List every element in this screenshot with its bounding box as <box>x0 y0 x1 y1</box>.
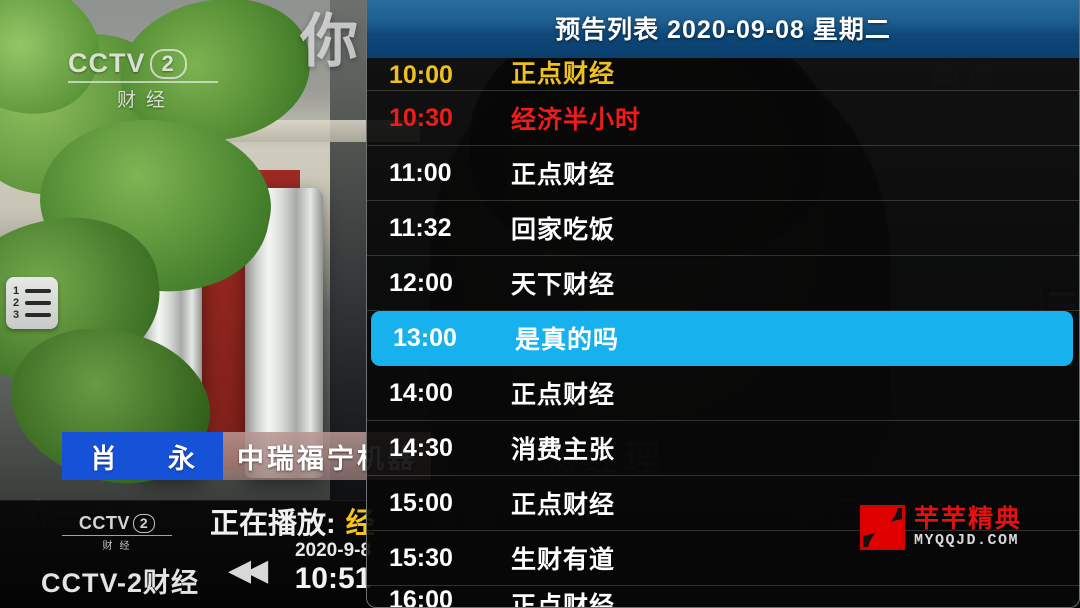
rewind-icon[interactable]: ◀◀ <box>228 556 268 586</box>
epg-row-time: 10:30 <box>389 103 453 132</box>
epg-row-name: 回家吃饭 <box>511 216 616 244</box>
lower-third-name: 肖 永 <box>62 432 223 480</box>
list-icon-number: 3 <box>13 309 20 321</box>
epg-row[interactable]: 10:00 正点财经 <box>367 58 1079 91</box>
epg-row[interactable]: 10:30 经济半小时 <box>367 91 1079 146</box>
now-playing: 正在播放: 经 <box>210 500 375 542</box>
channel-watermark-sub: 财经 <box>68 81 218 112</box>
epg-row-time: 15:30 <box>389 543 453 572</box>
epg-row-name: 正点财经 <box>511 491 616 519</box>
list-icon-bar <box>25 313 51 317</box>
epg-row-time: 11:32 <box>389 213 452 242</box>
list-icon-number: 2 <box>13 297 20 309</box>
epg-row-selected[interactable]: 13:00 是真的吗 <box>371 311 1073 366</box>
epg-row-name: 正点财经 <box>511 592 616 608</box>
epg-row[interactable]: 11:32 回家吃饭 <box>367 201 1079 256</box>
list-icon-bar <box>25 301 51 305</box>
epg-row-time: 11:00 <box>389 158 452 187</box>
epg-row-name: 天下财经 <box>511 271 616 299</box>
epg-row-name: 正点财经 <box>511 60 616 88</box>
channel-name-label: CCTV-2财经 <box>40 568 200 598</box>
epg-row[interactable]: 14:00 正点财经 <box>367 366 1079 421</box>
channel-logo-sub: 财经 <box>62 535 172 552</box>
list-icon-number: 1 <box>13 285 20 297</box>
channel-watermark-number: 2 <box>149 48 187 79</box>
numbered-list-icon[interactable]: 1 2 3 <box>6 277 58 329</box>
epg-row[interactable]: 16:00 正点财经 <box>367 586 1079 608</box>
channel-logo-number: 2 <box>132 514 156 533</box>
now-playing-label: 正在播放: <box>210 508 336 540</box>
video-top-overlay-text: 你 <box>300 9 363 74</box>
epg-row-time: 14:00 <box>389 378 453 407</box>
epg-panel[interactable]: 预告列表 2020-09-08 星期二 10:00 正点财经 10:30 经济半小时 1… <box>366 0 1080 608</box>
channel-logo-brand: CCTV <box>78 513 130 533</box>
epg-row-time: 16:00 <box>389 586 453 608</box>
channel-watermark: CCTV 2 财经 <box>68 48 218 112</box>
channel-logo: CCTV 2 财经 <box>62 513 172 552</box>
epg-row-name: 正点财经 <box>511 161 616 189</box>
channel-watermark-brand: CCTV <box>68 48 146 78</box>
epg-panel-title: 预告列表 2020-09-08 星期二 <box>367 0 1079 58</box>
epg-row-time: 10:00 <box>389 61 453 89</box>
epg-row[interactable]: 14:30 消费主张 <box>367 421 1079 476</box>
epg-row-name: 经济半小时 <box>511 106 642 134</box>
epg-row[interactable]: 15:00 正点财经 <box>367 476 1079 531</box>
list-icon-bar <box>25 289 51 293</box>
epg-program-list[interactable]: 10:00 正点财经 10:30 经济半小时 11:00 正点财经 11:32 回家吃饭 12:… <box>367 58 1079 608</box>
epg-row-time: 12:00 <box>389 268 453 297</box>
epg-row-name: 正点财经 <box>511 381 616 409</box>
epg-row-time: 14:30 <box>389 433 453 462</box>
epg-row-name: 生财有道 <box>511 546 616 574</box>
epg-row-time: 13:00 <box>393 323 457 352</box>
epg-row[interactable]: 12:00 天下财经 <box>367 256 1079 311</box>
epg-row[interactable]: 11:00 正点财经 <box>367 146 1079 201</box>
epg-row-time: 15:00 <box>389 488 453 517</box>
epg-row[interactable]: 15:30 生财有道 <box>367 531 1079 586</box>
epg-row-name: 消费主张 <box>511 436 616 464</box>
epg-row-name: 是真的吗 <box>515 326 620 354</box>
